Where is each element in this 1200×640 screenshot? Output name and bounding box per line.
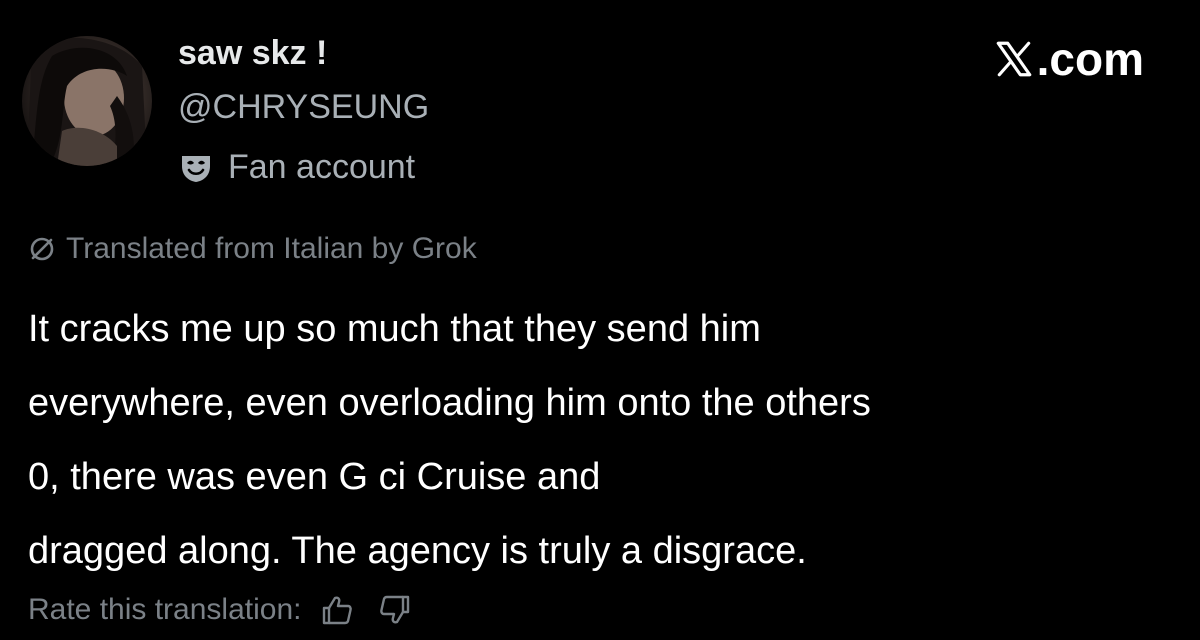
x-logo-icon xyxy=(996,41,1031,77)
rate-translation: Rate this translation: xyxy=(28,588,417,632)
avatar-image xyxy=(27,37,147,166)
translation-note: Translated from Italian by Grok xyxy=(28,232,477,266)
thumbs-down-icon xyxy=(380,595,410,624)
translation-note-text: Translated from Italian by Grok xyxy=(66,232,477,265)
thumbs-up-icon xyxy=(323,596,353,625)
site-label: .com xyxy=(1036,33,1144,85)
tweet-text-line: It cracks me up so much that they send h… xyxy=(28,308,761,350)
affiliation-label: Fan account xyxy=(228,147,416,186)
tweet-text: It cracks me up so much that they send h… xyxy=(28,292,1178,588)
thumbs-down-button[interactable] xyxy=(373,588,417,632)
translate-slash-icon xyxy=(30,237,54,261)
tweet-text-line: 0, there was even G ci Cruise and xyxy=(28,456,601,498)
rate-translation-label: Rate this translation: xyxy=(28,593,302,626)
mask-icon xyxy=(182,156,210,182)
avatar[interactable] xyxy=(22,36,152,166)
site-watermark: .com xyxy=(993,32,1144,86)
tweet-text-line: everywhere, even overloading him onto th… xyxy=(28,382,871,424)
tweet-text-line: dragged along. The agency is truly a dis… xyxy=(28,530,807,572)
affiliation-badge: Fan account xyxy=(178,145,415,189)
display-name[interactable]: saw skz ! xyxy=(178,34,327,73)
thumbs-up-button[interactable] xyxy=(315,588,359,632)
user-handle[interactable]: @CHRYSEUNG xyxy=(178,88,429,127)
